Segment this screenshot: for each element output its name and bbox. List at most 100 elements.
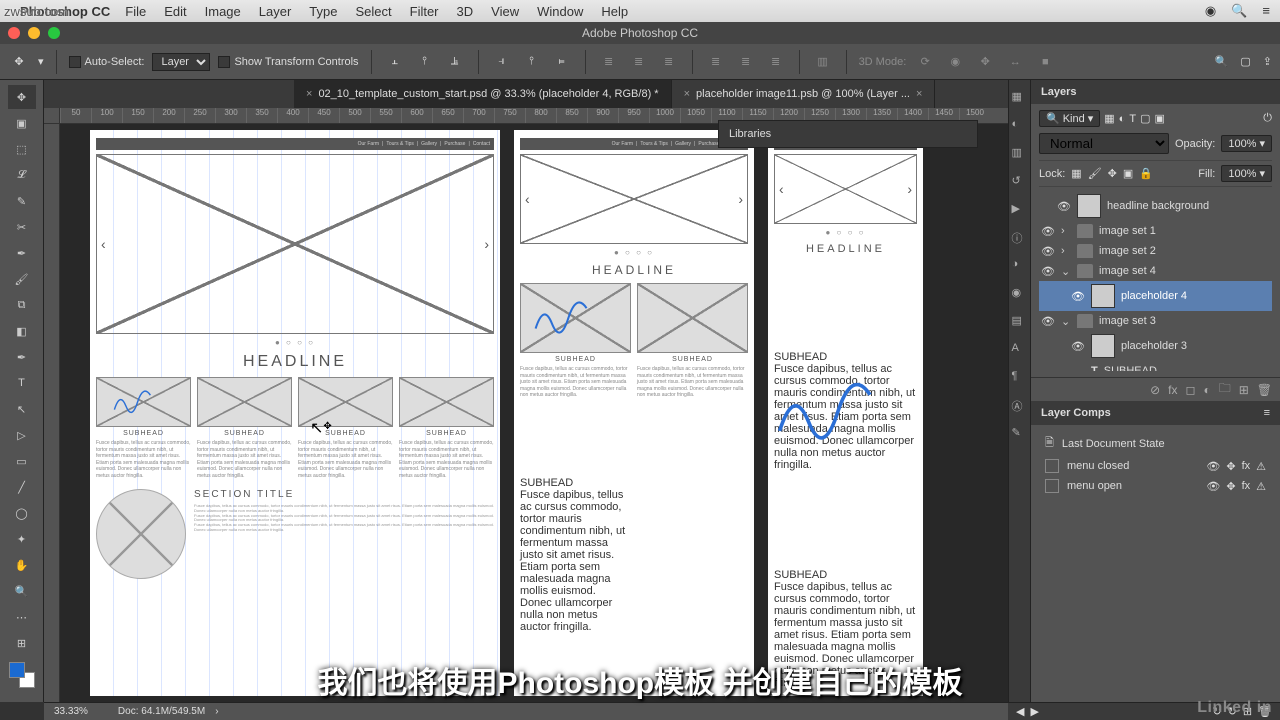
distribute-left-icon[interactable]: ≣: [705, 51, 727, 73]
fill-value[interactable]: 100% ▾: [1221, 165, 1272, 182]
layer-group[interactable]: 👁›image set 2: [1039, 241, 1272, 261]
close-icon[interactable]: ×: [306, 88, 312, 100]
menu-type[interactable]: Type: [309, 4, 337, 19]
chevron-left-icon[interactable]: ‹: [525, 191, 530, 207]
menu-window[interactable]: Window: [537, 4, 583, 19]
layers-icon[interactable]: ◉: [1012, 286, 1028, 302]
visibility-comp-icon[interactable]: 👁: [1206, 480, 1220, 493]
layer-comp-item[interactable]: menu open👁✥fx⚠: [1039, 476, 1272, 496]
filter-kind-dropdown[interactable]: 🔍 Kind ▾: [1039, 110, 1100, 127]
zoom-tool[interactable]: 🔍: [8, 579, 36, 603]
visibility-icon[interactable]: 👁: [1041, 265, 1055, 278]
adjustment-icon[interactable]: ◐: [1203, 383, 1210, 397]
artboard-tool[interactable]: ▣: [8, 111, 36, 135]
fx-comp-icon[interactable]: fx: [1242, 480, 1251, 493]
libraries-panel[interactable]: Libraries: [718, 120, 978, 148]
align-top-icon[interactable]: ⫠: [384, 51, 406, 73]
pen-tool[interactable]: ✒: [8, 345, 36, 369]
align-bottom-icon[interactable]: ⫡: [444, 51, 466, 73]
tab-template[interactable]: ×02_10_template_custom_start.psd @ 33.3%…: [294, 80, 672, 108]
opacity-value[interactable]: 100% ▾: [1221, 135, 1272, 152]
path-tool[interactable]: ↖: [8, 397, 36, 421]
artboard-desktop[interactable]: Our Farm | Tours & Tips | Gallery | Purc…: [90, 130, 500, 696]
layer-group[interactable]: 👁⌄image set 3: [1039, 311, 1272, 331]
line-tool[interactable]: ╱: [8, 475, 36, 499]
filter-shape-icon[interactable]: ▢: [1140, 112, 1150, 125]
tab-placeholder[interactable]: ×placeholder image11.psb @ 100% (Layer .…: [672, 80, 936, 108]
menu-more-icon[interactable]: ≡: [1262, 3, 1270, 19]
rectangle-tool[interactable]: ▭: [8, 449, 36, 473]
next-comp-icon[interactable]: ▶: [1030, 705, 1038, 718]
custom-shape-tool[interactable]: ✦: [8, 527, 36, 551]
visibility-icon[interactable]: 👁: [1071, 340, 1085, 353]
artboard-tablet[interactable]: Our Farm | Tours & Tips | Gallery | Purc…: [514, 130, 754, 696]
clone-tool[interactable]: ⧉: [8, 293, 36, 317]
more-tools[interactable]: ⋯: [8, 605, 36, 629]
visibility-icon[interactable]: 👁: [1071, 290, 1085, 303]
position-comp-icon[interactable]: ✥: [1226, 460, 1235, 473]
search-icon[interactable]: 🔍: [1215, 55, 1229, 68]
character-icon[interactable]: A: [1012, 342, 1028, 358]
marquee-tool[interactable]: ⬚: [8, 137, 36, 161]
type-tool[interactable]: T: [8, 371, 36, 395]
ruler-vertical[interactable]: [44, 124, 60, 702]
align-vcenter-icon[interactable]: ⫯: [414, 51, 436, 73]
distribute-top-icon[interactable]: ≣: [598, 51, 620, 73]
menu-select[interactable]: Select: [355, 4, 391, 19]
distribute-bottom-icon[interactable]: ≣: [658, 51, 680, 73]
link-layers-icon[interactable]: ⊘: [1150, 383, 1160, 397]
auto-align-icon[interactable]: ▥: [812, 51, 834, 73]
trash-icon[interactable]: 🗑: [1257, 383, 1272, 397]
brush-tool[interactable]: 🖌: [8, 267, 36, 291]
layer-item[interactable]: 👁headline background: [1039, 191, 1272, 221]
app-name[interactable]: Photoshop CC: [20, 4, 110, 19]
color-icon[interactable]: ▦: [1012, 90, 1028, 106]
hand-tool[interactable]: ✋: [8, 553, 36, 577]
properties-icon[interactable]: ◑: [1012, 258, 1028, 274]
edit-toolbar[interactable]: ⊞: [8, 631, 36, 655]
filter-smart-icon[interactable]: ▣: [1154, 112, 1164, 125]
ellipse-tool[interactable]: ◯: [8, 501, 36, 525]
prev-comp-icon[interactable]: ◀: [1016, 705, 1024, 718]
show-transform-checkbox[interactable]: Show Transform Controls: [218, 56, 358, 68]
paragraph-icon[interactable]: ¶: [1012, 370, 1028, 386]
filter-pixel-icon[interactable]: ▦: [1104, 112, 1114, 125]
lock-artboard-icon[interactable]: ▣: [1123, 167, 1133, 180]
chevron-left-icon[interactable]: ‹: [779, 181, 784, 197]
slider-dots[interactable]: ● ○ ○ ○: [768, 228, 923, 237]
crop-tool[interactable]: ✂: [8, 215, 36, 239]
slider-dots[interactable]: ● ○ ○ ○: [90, 338, 500, 347]
menu-edit[interactable]: Edit: [164, 4, 186, 19]
menu-layer[interactable]: Layer: [259, 4, 292, 19]
warning-icon[interactable]: ⚠: [1256, 460, 1266, 473]
doc-info[interactable]: Doc: 64.1M/549.5M: [118, 706, 205, 717]
auto-select-layer-dropdown[interactable]: Layer: [152, 53, 210, 71]
direct-select-tool[interactable]: ▷: [8, 423, 36, 447]
distribute-right-icon[interactable]: ≣: [765, 51, 787, 73]
menu-filter[interactable]: Filter: [410, 4, 439, 19]
spotlight-icon[interactable]: 🔍: [1231, 3, 1247, 19]
paths-icon[interactable]: ✎: [1012, 426, 1028, 442]
menu-file[interactable]: File: [125, 4, 146, 19]
blend-mode-dropdown[interactable]: Normal: [1039, 133, 1169, 154]
chevron-right-icon[interactable]: ›: [907, 181, 912, 197]
lock-transparency-icon[interactable]: ▦: [1071, 167, 1081, 180]
auto-select-checkbox[interactable]: Auto-Select:: [69, 56, 145, 68]
layer-list[interactable]: 👁headline background 👁›image set 1 👁›ima…: [1039, 191, 1272, 371]
chevron-left-icon[interactable]: ‹: [101, 236, 106, 252]
chevron-right-icon[interactable]: ›: [215, 706, 218, 717]
adjustments-icon[interactable]: ◐: [1012, 118, 1028, 134]
cc-icon[interactable]: ◉: [1205, 3, 1216, 19]
layer-item-selected[interactable]: 👁placeholder 4: [1039, 281, 1272, 311]
zoom-level[interactable]: 33.33%: [54, 706, 88, 717]
warning-icon[interactable]: ⚠: [1256, 480, 1266, 493]
layer-comp-last-state[interactable]: 🗎Last Document State: [1039, 431, 1272, 456]
artboard-mobile[interactable]: ‹› ● ○ ○ ○ HEADLINE SUBHEADFusce dapibus…: [768, 130, 923, 696]
group-icon[interactable]: 🗀: [1219, 379, 1231, 400]
lock-position-icon[interactable]: ✥: [1108, 167, 1117, 180]
menu-help[interactable]: Help: [601, 4, 628, 19]
menu-view[interactable]: View: [491, 4, 519, 19]
dropdown-caret-icon[interactable]: ▾: [38, 55, 44, 68]
visibility-icon[interactable]: 👁: [1041, 245, 1055, 258]
frame-icon[interactable]: ▢: [1240, 55, 1250, 68]
